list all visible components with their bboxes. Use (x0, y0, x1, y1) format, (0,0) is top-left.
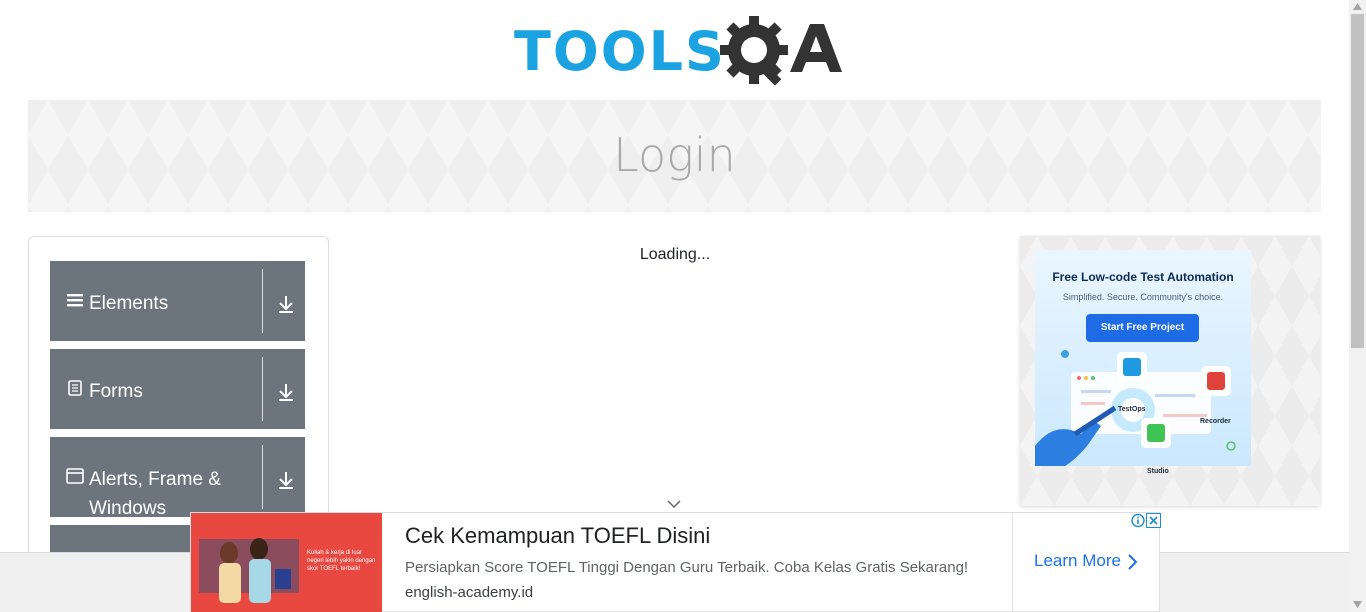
chevron-right-icon[interactable] (1126, 553, 1138, 571)
scroll-down-arrow-icon[interactable] (1353, 601, 1362, 608)
divider (1012, 513, 1013, 612)
page: TOOLS Login Elements Forms Alerts, Frame… (0, 0, 1366, 612)
sidebar-group-label: Forms (89, 381, 143, 402)
sidebar-group-alerts[interactable]: Alerts, Frame & Windows (50, 437, 305, 519)
ad-headline[interactable]: Cek Kemampuan TOEFL Disini (405, 523, 710, 549)
testops-label: TestOps (1118, 406, 1146, 413)
studio-label: Studio (1147, 468, 1169, 475)
vertical-scrollbar[interactable] (1349, 0, 1366, 612)
toolsqa-logo[interactable]: TOOLS (514, 14, 844, 92)
page-title: Login (613, 128, 736, 182)
ad-info-icon[interactable] (1130, 513, 1146, 528)
download-icon[interactable] (276, 381, 296, 403)
ad-subtitle: Simplified. Secure. Community's choice. (1062, 292, 1224, 302)
right-ad[interactable]: Free Low-code Test Automation Simplified… (1020, 236, 1320, 506)
logo-qa-gear-icon (720, 16, 842, 86)
bottom-ad[interactable]: Kuliah & kerja di luar negeri lebih yaki… (190, 512, 1161, 612)
ad-title: Free Low-code Test Automation (1052, 270, 1234, 284)
sidebar-group-label: Elements (89, 293, 169, 314)
divider (262, 269, 263, 333)
divider (262, 357, 263, 421)
sidebar-group-forms[interactable]: Forms (50, 349, 305, 429)
close-icon[interactable] (1146, 513, 1161, 528)
download-icon[interactable] (276, 293, 296, 315)
learn-more-button[interactable]: Learn More (1034, 551, 1121, 571)
window-icon (66, 468, 84, 484)
document-icon (68, 380, 82, 396)
scroll-up-arrow-icon[interactable] (1353, 3, 1362, 10)
recorder-label: Recorder (1200, 418, 1231, 425)
hamburger-icon (67, 294, 83, 307)
ad-url[interactable]: english-academy.id (405, 584, 533, 601)
page-banner: Login (28, 100, 1321, 212)
ad-description: Persiapkan Score TOEFL Tinggi Dengan Gur… (405, 559, 969, 576)
start-free-project-button[interactable]: Start Free Project (1086, 314, 1199, 342)
sidebar-group-elements[interactable]: Elements (50, 261, 305, 341)
loading-text: Loading... (639, 246, 711, 263)
logo-text: TOOLS (514, 20, 726, 83)
ad-image[interactable]: Kuliah & kerja di luar negeri lebih yaki… (191, 513, 382, 612)
chevron-down-icon[interactable] (666, 499, 682, 509)
scrollbar-thumb[interactable] (1351, 14, 1364, 348)
divider (262, 445, 263, 509)
ad-card[interactable]: Free Low-code Test Automation Simplified… (1035, 250, 1251, 475)
ad-image-text: Kuliah & kerja di luar negeri lebih yaki… (307, 550, 376, 572)
download-icon[interactable] (276, 469, 296, 491)
